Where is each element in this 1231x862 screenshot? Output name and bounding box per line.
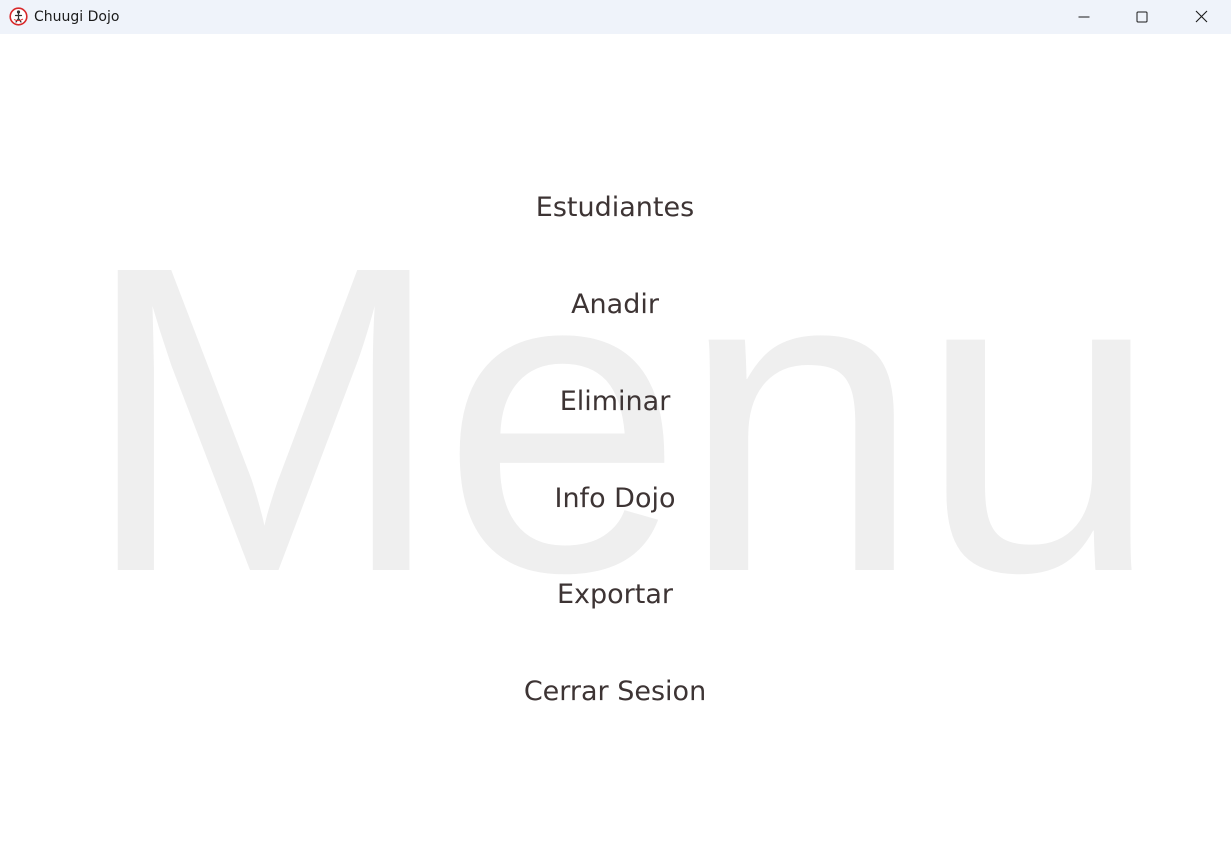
menu-item-cerrar-sesion[interactable]: Cerrar Sesion (415, 672, 815, 712)
menu-item-exportar[interactable]: Exportar (415, 575, 815, 615)
close-button[interactable] (1172, 0, 1231, 34)
main-content: Menu Estudiantes Anadir Eliminar Info Do… (0, 34, 1231, 862)
minimize-icon (1078, 8, 1090, 27)
maximize-button[interactable] (1113, 0, 1171, 34)
close-icon (1195, 8, 1208, 27)
window-title: Chuugi Dojo (34, 9, 120, 25)
menu-item-eliminar[interactable]: Eliminar (415, 382, 815, 422)
minimize-button[interactable] (1055, 0, 1113, 34)
menu-item-estudiantes[interactable]: Estudiantes (415, 188, 815, 228)
app-window: Chuugi Dojo Menu Estudiantes Anadir Elim… (0, 0, 1231, 862)
dojo-logo-icon (9, 7, 28, 26)
maximize-icon (1136, 8, 1148, 27)
title-bar[interactable]: Chuugi Dojo (0, 0, 1231, 34)
menu-item-info-dojo[interactable]: Info Dojo (415, 479, 815, 519)
menu-item-anadir[interactable]: Anadir (415, 285, 815, 325)
